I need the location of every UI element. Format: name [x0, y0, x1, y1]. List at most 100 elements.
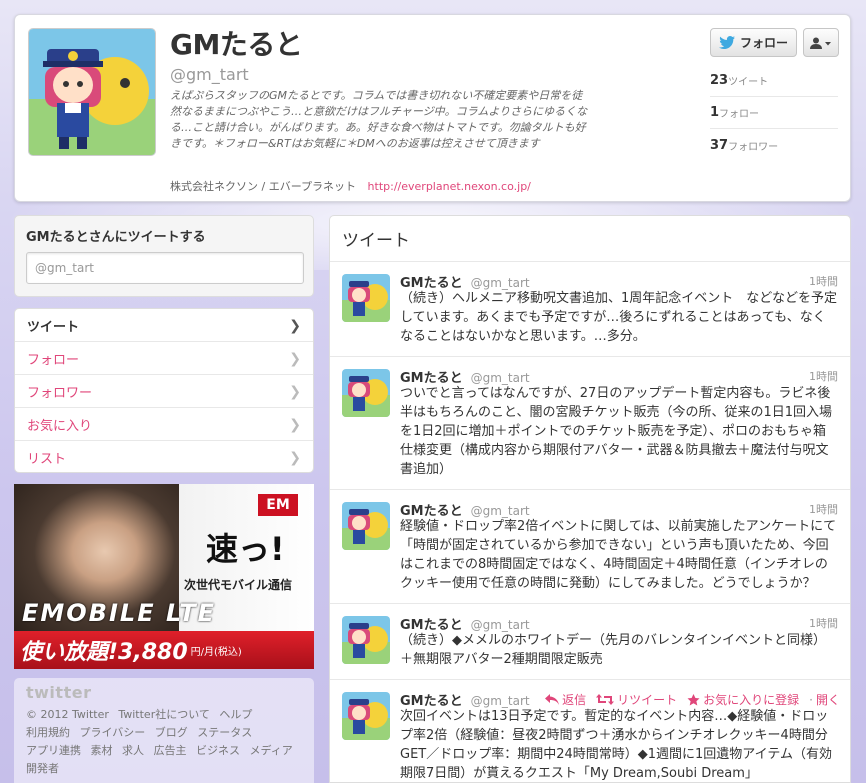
profile-name: GMたると	[170, 28, 303, 61]
ad-price-bar: 使い放題!3,880 円/月(税込)	[14, 631, 314, 669]
tweet-header: GMたると @gm_tart	[400, 367, 838, 386]
tweet-handle[interactable]: @gm_tart	[471, 618, 530, 632]
tweet-header: GMたると @gm_tart	[400, 272, 838, 291]
footer-links: © 2012 Twitter Twitter社について ヘルプ 利用規約 プライ…	[26, 706, 302, 778]
profile-stats: 23 ツイート 1 フォロー 37 フォロワー	[710, 65, 838, 161]
reply-icon	[545, 694, 560, 705]
tweet-avatar[interactable]	[342, 616, 390, 664]
tweet-text: （続き）ヘルメニア移動呪文書追加、1周年記念イベント などなどを予定しています。…	[400, 291, 838, 344]
tweet-header: GMたると @gm_tart	[400, 614, 838, 633]
footer-link[interactable]: ヘルプ	[219, 708, 252, 721]
footer-link[interactable]: ブログ	[155, 726, 188, 739]
profile-handle: @gm_tart	[170, 65, 249, 84]
footer-link[interactable]: 開発者	[26, 762, 59, 775]
nav-item-label: リスト	[27, 452, 67, 467]
footer-copyright: © 2012 Twitter	[26, 708, 109, 721]
reply-action[interactable]: 返信	[545, 691, 586, 708]
tweet-avatar[interactable]	[342, 692, 390, 740]
ad-headline: 速っ!	[206, 530, 285, 568]
stat-count: 37	[710, 137, 729, 153]
ad-price-unit: 円/月(税込)	[190, 646, 242, 658]
tweet-actions: 返信 リツイート お気に入りに登録 · 開く	[545, 691, 840, 708]
footer: twitter © 2012 Twitter Twitter社について ヘルプ …	[14, 678, 314, 783]
twitter-logo: twitter	[26, 683, 92, 702]
tweet-text: ついでと言ってはなんですが、27日のアップデート暫定内容も。ラビネ後半はもちろん…	[400, 386, 833, 477]
footer-link[interactable]: 求人	[122, 744, 144, 757]
follow-button-label: フォロー	[739, 36, 788, 50]
tweet-handle[interactable]: @gm_tart	[471, 504, 530, 518]
footer-link[interactable]: 素材	[91, 744, 113, 757]
chevron-right-icon: ❯	[289, 417, 301, 433]
open-label: 開く	[815, 693, 840, 707]
tweet-handle[interactable]: @gm_tart	[471, 694, 530, 708]
favorite-label: お気に入りに登録	[703, 693, 800, 707]
chevron-right-icon: ❯	[289, 450, 301, 466]
open-action[interactable]: · 開く	[809, 691, 840, 708]
ad-brand-logo: EM	[258, 494, 298, 516]
profile-location: 株式会社ネクソン / エバープラネット	[170, 180, 357, 193]
ad-subheadline: 次世代モバイル通信	[184, 578, 293, 592]
footer-link[interactable]: 広告主	[154, 744, 187, 757]
tweet-time[interactable]: 1時間	[809, 273, 838, 289]
footer-link[interactable]: ステータス	[197, 726, 252, 739]
tweet-handle[interactable]: @gm_tart	[471, 276, 530, 290]
tweet-item-hovered[interactable]: GMたると @gm_tart 返信 リツイート お気に入りに登録 · 開く 次回イ…	[330, 680, 850, 782]
stat-label: ツイート	[728, 77, 769, 88]
nav-item-favorites[interactable]: お気に入り ❯	[15, 408, 313, 441]
stat-tweets[interactable]: 23 ツイート	[710, 65, 838, 97]
nav-item-following[interactable]: フォロー ❯	[15, 342, 313, 375]
tweet-avatar[interactable]	[342, 274, 390, 322]
tweet-text: 経験値・ドロップ率2倍イベントに関しては、以前実施したアンケートにて「時間が固定…	[400, 519, 837, 591]
nav-item-lists[interactable]: リスト ❯	[15, 441, 313, 472]
tweet-time[interactable]: 1時間	[809, 368, 838, 384]
ad-banner[interactable]: EM 速っ! 次世代モバイル通信 EMOBILE LTE 使い放題!3,880 …	[14, 484, 314, 669]
profile-url-link[interactable]: http://everplanet.nexon.co.jp/	[368, 180, 531, 193]
tweet-text: （続き）◆メメルのホワイトデー（先月のバレンタインイベントと同様）＋無期限アバタ…	[400, 633, 826, 667]
profile-nav: ツイート ❯ フォロー ❯ フォロワー ❯ お気に入り ❯ リスト ❯	[14, 308, 314, 473]
ad-brand-name: EMOBILE LTE	[22, 599, 217, 627]
tweet-item[interactable]: GMたると @gm_tart 1時間 （続き）ヘルメニア移動呪文書追加、1周年記念…	[330, 262, 850, 357]
tweet-to-input[interactable]: @gm_tart	[26, 252, 304, 284]
retweet-label: リツイート	[617, 693, 678, 707]
profile-card: GMたると @gm_tart えばぷらスタッフのGMたるとです。コラムでは書き切…	[14, 14, 851, 202]
profile-location-line: 株式会社ネクソン / エバープラネット http://everplanet.ne…	[170, 178, 531, 194]
retweet-action[interactable]: リツイート	[596, 691, 677, 708]
profile-bio: えばぷらスタッフのGMたるとです。コラムでは書き切れない不確定要素や日常を徒然な…	[170, 89, 588, 150]
tweet-avatar[interactable]	[342, 502, 390, 550]
star-icon	[687, 693, 700, 705]
nav-item-tweets[interactable]: ツイート ❯	[15, 309, 313, 342]
nav-item-label: ツイート	[27, 319, 80, 335]
nav-item-label: お気に入り	[27, 418, 93, 434]
user-dropdown-icon	[810, 37, 831, 49]
nav-item-label: フォロワー	[27, 385, 93, 401]
separator-dot: ·	[809, 692, 813, 707]
user-actions-button[interactable]	[803, 28, 839, 57]
twitter-bird-icon	[718, 36, 735, 49]
tweet-time[interactable]: 1時間	[809, 615, 838, 631]
footer-link[interactable]: ビジネス	[196, 744, 240, 757]
tweet-item[interactable]: GMたると @gm_tart 1時間 （続き）◆メメルのホワイトデー（先月のバレン…	[330, 604, 850, 680]
ad-price: 使い放題!3,880	[20, 640, 188, 665]
stat-following[interactable]: 1 フォロー	[710, 97, 838, 129]
tweet-avatar[interactable]	[342, 369, 390, 417]
chevron-right-icon: ❯	[289, 384, 301, 400]
favorite-action[interactable]: お気に入りに登録	[687, 691, 799, 708]
footer-link[interactable]: Twitter社について	[118, 708, 210, 721]
tweet-to-title: GMたるとさんにツイートする	[26, 230, 206, 245]
stat-count: 23	[710, 73, 729, 88]
stream-title: ツイート	[330, 216, 850, 262]
footer-link[interactable]: アプリ連携	[26, 744, 81, 757]
footer-link[interactable]: 利用規約	[26, 726, 70, 739]
retweet-icon	[596, 694, 615, 705]
nav-item-followers[interactable]: フォロワー ❯	[15, 375, 313, 408]
tweet-time[interactable]: 1時間	[809, 501, 838, 517]
profile-avatar[interactable]	[28, 28, 156, 156]
follow-button[interactable]: フォロー	[710, 28, 797, 57]
footer-link[interactable]: プライバシー	[80, 726, 146, 739]
footer-link[interactable]: メディア	[250, 744, 293, 757]
stat-label: フォロワー	[728, 141, 779, 153]
tweet-handle[interactable]: @gm_tart	[471, 371, 530, 385]
stat-followers[interactable]: 37 フォロワー	[710, 129, 838, 161]
tweet-item[interactable]: GMたると @gm_tart 1時間 ついでと言ってはなんですが、27日のアップデ…	[330, 357, 850, 490]
tweet-item[interactable]: GMたると @gm_tart 1時間 経験値・ドロップ率2倍イベントに関しては、以…	[330, 490, 850, 604]
